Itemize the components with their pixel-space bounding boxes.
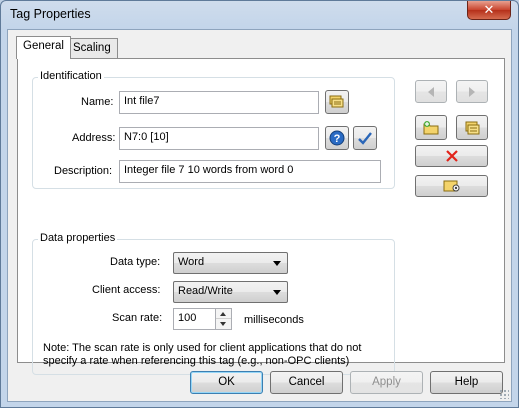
arrow-up-icon: [220, 312, 226, 316]
tag-properties-dialog: Tag Properties ✕ General Scaling Identif…: [0, 0, 519, 408]
dialog-client-area: General Scaling Identification Name: Int…: [7, 29, 512, 402]
tag-properties-button[interactable]: [415, 175, 488, 197]
tab-general[interactable]: General: [16, 36, 71, 59]
browse-name-button[interactable]: [325, 90, 349, 114]
delete-icon: [445, 150, 458, 162]
next-button[interactable]: [456, 80, 488, 103]
arrow-down-icon: [220, 322, 226, 326]
scan-rate-field[interactable]: 100: [173, 308, 216, 330]
data-properties-group: Data properties Data type: Word Client a…: [32, 232, 395, 375]
svg-text:?: ?: [334, 133, 341, 145]
name-field[interactable]: Int file7: [119, 91, 319, 114]
client-access-value: Read/Write: [178, 285, 233, 297]
close-icon: ✕: [483, 2, 495, 17]
data-type-label: Data type:: [110, 256, 161, 268]
previous-icon: [428, 86, 434, 97]
validate-address-button[interactable]: [353, 126, 377, 150]
scan-rate-note: Note: The scan rate is only used for cli…: [43, 342, 362, 367]
chevron-down-icon: [273, 261, 281, 266]
address-field[interactable]: N7:0 [10]: [119, 127, 319, 150]
properties-icon: [443, 180, 459, 192]
description-field[interactable]: Integer file 7 10 words from word 0: [119, 160, 381, 183]
close-button[interactable]: ✕: [467, 1, 511, 20]
next-icon: [469, 86, 475, 97]
name-label: Name:: [81, 96, 114, 108]
checkmark-icon: [358, 132, 372, 145]
tab-scaling-label: Scaling: [73, 42, 111, 54]
help-icon: ?: [329, 130, 345, 146]
window-title: Tag Properties: [10, 7, 91, 21]
new-group-icon: [465, 121, 480, 134]
client-access-select[interactable]: Read/Write: [173, 281, 288, 303]
client-access-label: Client access:: [92, 284, 161, 296]
help-button[interactable]: Help: [430, 371, 503, 394]
scan-rate-unit: milliseconds: [244, 314, 304, 326]
spin-up-button[interactable]: [216, 309, 231, 319]
identification-legend: Identification: [38, 70, 104, 82]
apply-button[interactable]: Apply: [350, 371, 423, 394]
data-properties-legend: Data properties: [38, 232, 118, 244]
previous-button[interactable]: [415, 80, 447, 103]
resize-grip[interactable]: [499, 389, 509, 399]
scan-rate-spinner[interactable]: [215, 308, 232, 330]
cancel-button[interactable]: Cancel: [270, 371, 343, 394]
scan-rate-label: Scan rate:: [112, 312, 163, 324]
identification-group: Identification Name: Int file7 Address: …: [32, 70, 395, 189]
new-tag-icon: [423, 120, 439, 134]
spin-down-button[interactable]: [216, 319, 231, 329]
delete-button[interactable]: [415, 145, 488, 167]
description-label: Description:: [54, 165, 113, 177]
ok-button[interactable]: OK: [190, 371, 263, 394]
data-type-value: Word: [178, 256, 205, 268]
address-help-button[interactable]: ?: [325, 126, 349, 150]
chevron-down-icon: [273, 290, 281, 295]
address-label: Address:: [72, 132, 116, 144]
tag-browse-icon: [329, 95, 344, 108]
tab-general-label: General: [23, 40, 64, 52]
new-tag-group-button[interactable]: [456, 115, 488, 140]
title-bar[interactable]: Tag Properties ✕: [1, 1, 518, 29]
general-tab-panel: Identification Name: Int file7 Address: …: [17, 58, 505, 375]
tab-scaling[interactable]: Scaling: [66, 38, 118, 58]
new-tag-button[interactable]: [415, 115, 447, 140]
data-type-select[interactable]: Word: [173, 252, 288, 274]
